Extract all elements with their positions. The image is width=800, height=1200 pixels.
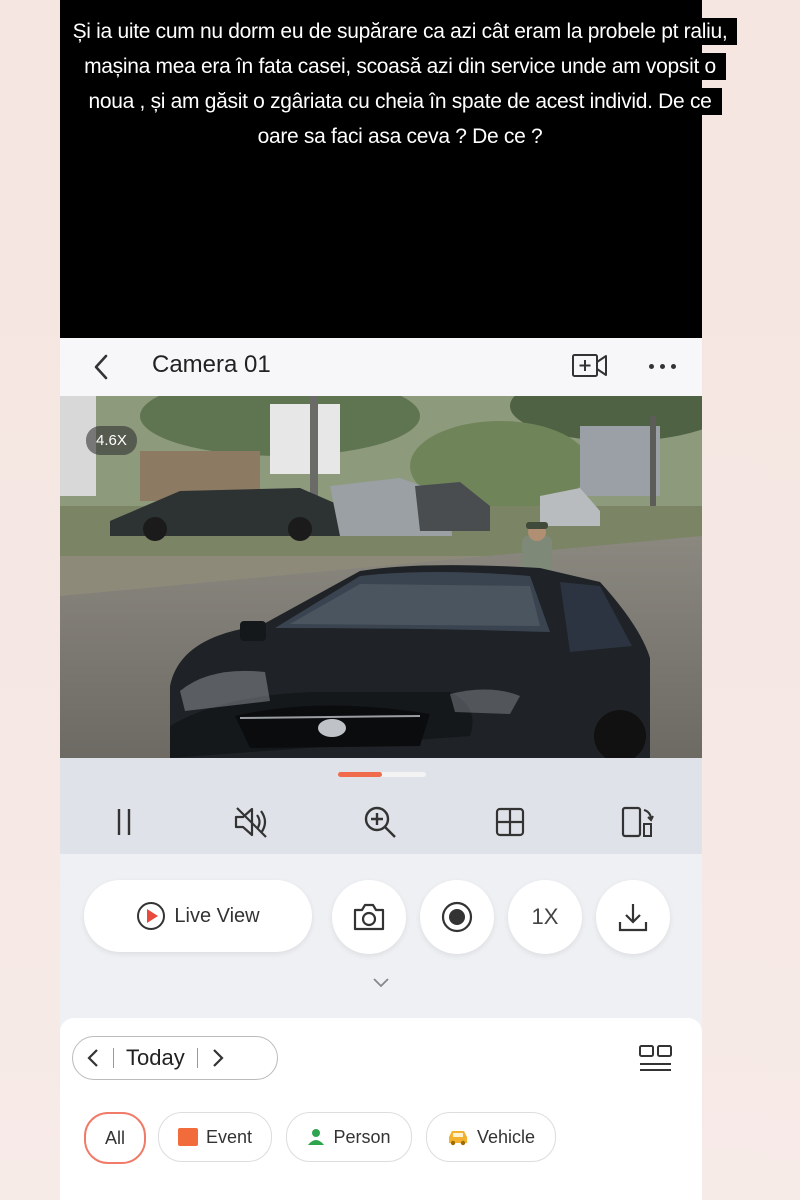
next-day-button[interactable]: [198, 1037, 238, 1079]
filter-chip-label: Vehicle: [476, 1126, 536, 1147]
camera-video-feed[interactable]: 4.6X: [60, 396, 702, 758]
playback-actions: Live View 1X: [60, 854, 702, 1014]
filter-chip-event[interactable]: Event: [158, 1112, 272, 1162]
download-icon: [618, 904, 648, 932]
more-dots-icon[interactable]: [642, 350, 682, 382]
playback-control-bar: [60, 758, 702, 854]
download-button[interactable]: [596, 880, 670, 954]
filter-chip-person[interactable]: Person: [286, 1112, 412, 1162]
view-mode-icon[interactable]: [638, 1044, 674, 1072]
person-icon: [308, 1129, 325, 1145]
camera-app-screenshot: Camera 01 4.6X Live View 1X Today All Ev…: [60, 338, 702, 1200]
filter-chips: All Event Person Vehicle: [60, 1112, 702, 1164]
play-icon: [137, 902, 166, 930]
caption-line: oare sa faci asa ceva ? De ce ?: [247, 123, 553, 150]
zoom-in-icon[interactable]: [360, 802, 400, 842]
caption-line: mașina mea era în fata casei, scoasă azi…: [74, 53, 726, 80]
event-icon: [177, 1128, 198, 1146]
record-button[interactable]: [420, 880, 494, 954]
snapshot-icon: [353, 903, 385, 931]
surveillance-scene: [60, 396, 702, 758]
events-panel: Today All Event Person Vehicle: [60, 1018, 702, 1200]
filter-chip-label: Event: [205, 1126, 253, 1147]
app-header: Camera 01: [60, 338, 702, 396]
record-icon: [441, 901, 473, 933]
mute-icon[interactable]: [232, 802, 272, 842]
pause-icon[interactable]: [104, 802, 144, 842]
filter-chip-label: Person: [333, 1126, 391, 1147]
caption-line: Și ia uite cum nu dorm eu de supărare ca…: [62, 18, 738, 45]
chevron-down-icon[interactable]: [370, 972, 392, 994]
speed-label: 1X: [531, 904, 559, 929]
page-title: Camera 01: [152, 351, 271, 378]
filter-chip-label: All: [104, 1127, 125, 1148]
live-view-button[interactable]: Live View: [84, 880, 312, 952]
filter-chip-all[interactable]: All: [84, 1112, 146, 1164]
previous-day-button[interactable]: [73, 1037, 113, 1079]
speed-button[interactable]: 1X: [508, 880, 582, 954]
date-label: Today: [126, 1045, 185, 1070]
rotate-screen-icon[interactable]: [616, 802, 656, 842]
date-navigator: Today: [72, 1036, 278, 1080]
live-view-label: Live View: [174, 904, 260, 927]
vehicle-icon: [448, 1131, 467, 1146]
camera-add-icon[interactable]: [570, 350, 610, 382]
grid-layout-icon[interactable]: [490, 802, 530, 842]
page-indicator: [338, 772, 426, 777]
filter-chip-vehicle[interactable]: Vehicle: [426, 1112, 556, 1162]
story-caption: Și ia uite cum nu dorm eu de supărare ca…: [0, 14, 800, 154]
caption-line: noua , și am găsit o zgâriata cu cheia î…: [78, 88, 722, 115]
zoom-level-badge: 4.6X: [86, 426, 137, 455]
chevron-left-icon[interactable]: [86, 350, 116, 384]
snapshot-button[interactable]: [332, 880, 406, 954]
